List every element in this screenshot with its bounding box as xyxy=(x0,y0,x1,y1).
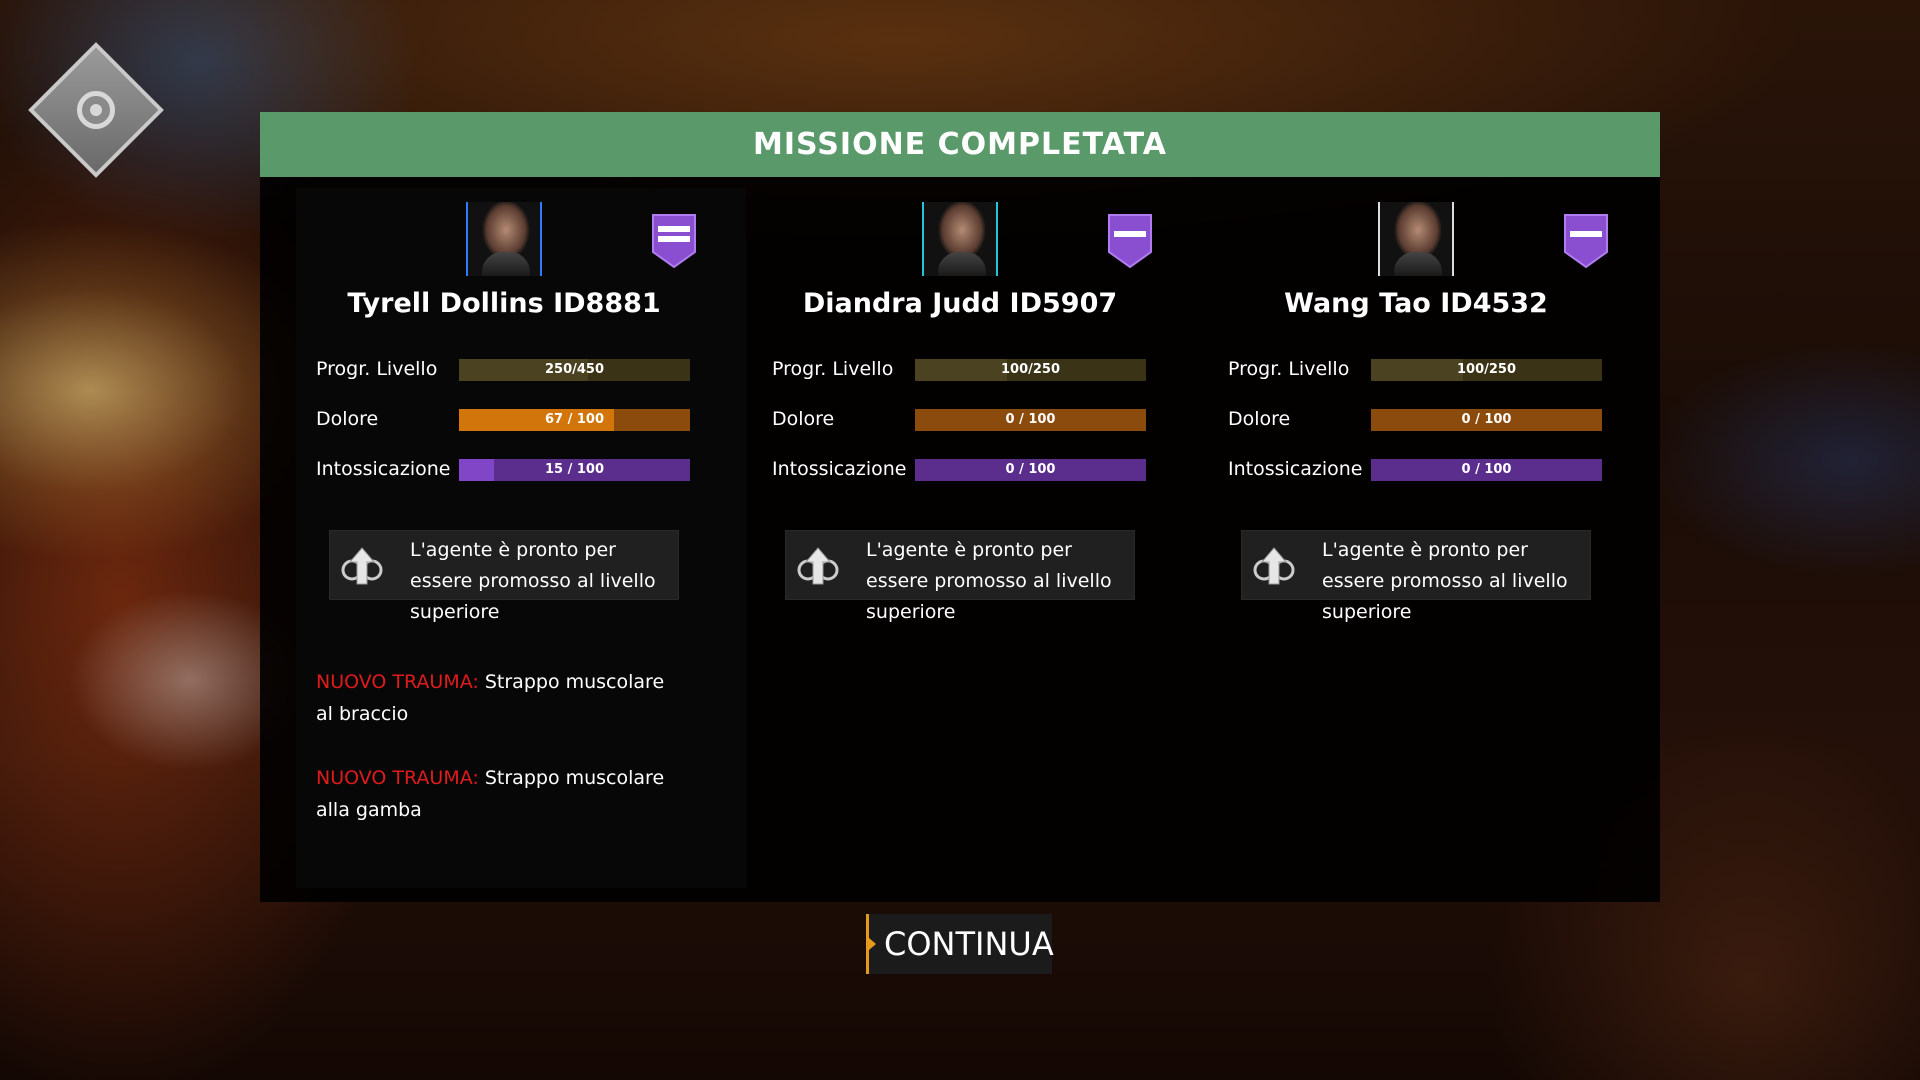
agent-name: Tyrell Dollins ID8881 xyxy=(347,288,661,319)
trauma-entry: NUOVO TRAUMA: Strappo muscolare alla gam… xyxy=(316,762,686,826)
stat-label: Progr. Livello xyxy=(316,358,438,380)
level-progress-bar: 100/250 xyxy=(915,359,1146,381)
level-progress-bar: 100/250 xyxy=(1371,359,1602,381)
stat-level: Progr. Livello 250/450 xyxy=(316,354,716,384)
stat-tox: Intossicazione 0 / 100 xyxy=(1228,454,1628,484)
agent-card-2: Diandra Judd ID5907 Progr. Livello 100/2… xyxy=(752,188,1202,888)
continue-arrow-icon xyxy=(869,938,876,950)
stat-pain: Dolore 0 / 100 xyxy=(1228,404,1628,434)
stat-pain: Dolore 0 / 100 xyxy=(772,404,1172,434)
stat-level: Progr. Livello 100/250 xyxy=(1228,354,1628,384)
stat-pain: Dolore 67 / 100 xyxy=(316,404,716,434)
stat-tox: Intossicazione 15 / 100 xyxy=(316,454,716,484)
trauma-entry: NUOVO TRAUMA: Strappo muscolare al bracc… xyxy=(316,666,686,730)
bar-value: 100/250 xyxy=(1456,362,1517,377)
rank-badge-icon xyxy=(652,214,696,268)
level-progress-bar: 250/450 xyxy=(459,359,690,381)
stat-label: Dolore xyxy=(772,408,835,430)
mission-title: MISSIONE COMPLETATA xyxy=(753,127,1167,162)
rank-badge-icon xyxy=(1108,214,1152,268)
promotion-notice[interactable]: L'agente è pronto per essere promosso al… xyxy=(329,530,679,623)
upgrade-arrow-icon xyxy=(341,547,383,585)
bar-value: 67 / 100 xyxy=(544,412,605,427)
intoxication-bar: 15 / 100 xyxy=(459,459,690,481)
upgrade-arrow-icon xyxy=(797,547,839,585)
stat-label: Dolore xyxy=(1228,408,1291,430)
promotion-text: L'agente è pronto per essere promosso al… xyxy=(410,539,656,623)
bar-value: 0 / 100 xyxy=(1461,412,1512,427)
agent-card-1: Tyrell Dollins ID8881 Progr. Livello 250… xyxy=(296,188,746,888)
bar-value: 0 / 100 xyxy=(1005,462,1056,477)
stat-label: Intossicazione xyxy=(772,458,907,480)
trauma-label: NUOVO TRAUMA: xyxy=(316,671,479,693)
stat-label: Progr. Livello xyxy=(772,358,894,380)
upgrade-arrow-icon xyxy=(1253,547,1295,585)
trauma-label: NUOVO TRAUMA: xyxy=(316,767,479,789)
bar-value: 15 / 100 xyxy=(544,462,605,477)
agent-card-3: Wang Tao ID4532 Progr. Livello 100/250 D… xyxy=(1208,188,1658,888)
agent-name: Wang Tao ID4532 xyxy=(1284,288,1548,319)
pain-bar: 67 / 100 xyxy=(459,409,690,431)
continue-label: CONTINUA xyxy=(884,925,1054,963)
promotion-text: L'agente è pronto per essere promosso al… xyxy=(1322,539,1568,623)
agent-name: Diandra Judd ID5907 xyxy=(802,288,1118,319)
intoxication-bar: 0 / 100 xyxy=(1371,459,1602,481)
stat-label: Intossicazione xyxy=(316,458,451,480)
pain-bar: 0 / 100 xyxy=(1371,409,1602,431)
bar-value: 250/450 xyxy=(544,362,605,377)
continue-button[interactable]: CONTINUA xyxy=(866,914,1054,974)
pain-bar: 0 / 100 xyxy=(915,409,1146,431)
agent-portrait xyxy=(1378,202,1454,276)
mission-header: MISSIONE COMPLETATA xyxy=(260,112,1660,177)
stat-label: Progr. Livello xyxy=(1228,358,1350,380)
promotion-notice[interactable]: L'agente è pronto per essere promosso al… xyxy=(785,530,1135,623)
game-logo-icon xyxy=(28,42,164,178)
stat-tox: Intossicazione 0 / 100 xyxy=(772,454,1172,484)
rank-badge-icon xyxy=(1564,214,1608,268)
agent-portrait xyxy=(466,202,542,276)
stat-level: Progr. Livello 100/250 xyxy=(772,354,1172,384)
stat-label: Dolore xyxy=(316,408,379,430)
bar-value: 0 / 100 xyxy=(1005,412,1056,427)
stat-label: Intossicazione xyxy=(1228,458,1363,480)
bar-value: 0 / 100 xyxy=(1461,462,1512,477)
bar-value: 100/250 xyxy=(1000,362,1061,377)
promotion-text: L'agente è pronto per essere promosso al… xyxy=(866,539,1112,623)
agent-portrait xyxy=(922,202,998,276)
intoxication-bar: 0 / 100 xyxy=(915,459,1146,481)
promotion-notice[interactable]: L'agente è pronto per essere promosso al… xyxy=(1241,530,1591,623)
